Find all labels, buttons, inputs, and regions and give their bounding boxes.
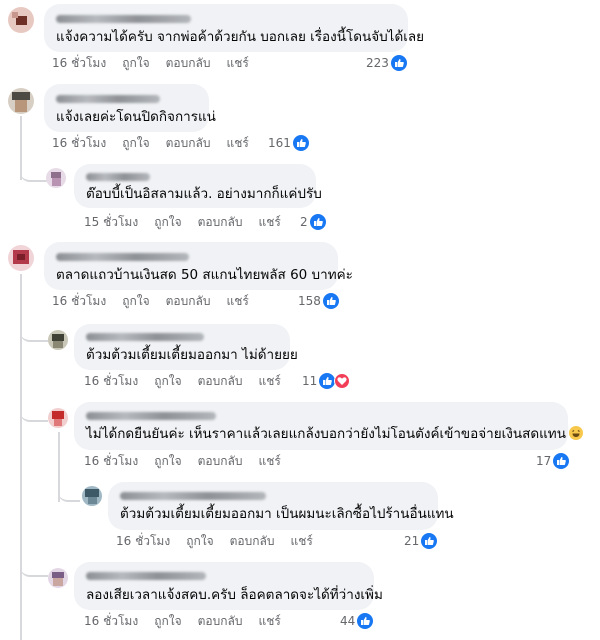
reaction-number: 44: [340, 614, 356, 628]
reaction-number: 2: [300, 215, 308, 229]
comment-actions: 16 ชั่วโมง ถูกใจ ตอบกลับ แชร์: [52, 135, 265, 151]
comment-text: ลองเสียเวลาแจ้งสคบ.ครับ ล็อคตลาดจะได้ที่…: [86, 587, 383, 603]
reply-button[interactable]: ตอบกลับ: [166, 293, 211, 309]
thread-elbow: [58, 470, 80, 502]
like-thumb-icon: [357, 613, 374, 629]
share-button[interactable]: แชร์: [226, 135, 248, 151]
laughing-emoji-icon: [568, 426, 583, 440]
comment-time[interactable]: 16 ชั่วโมง: [52, 293, 106, 309]
avatar[interactable]: [82, 486, 102, 506]
comment-time[interactable]: 16 ชั่วโมง: [84, 613, 138, 629]
reply-button[interactable]: ตอบกลับ: [166, 135, 211, 151]
reaction-count[interactable]: 11: [302, 373, 351, 389]
reaction-count[interactable]: 158: [298, 293, 339, 309]
reply-button[interactable]: ตอบกลับ: [198, 453, 243, 469]
reply-button[interactable]: ตอบกลับ: [198, 214, 243, 230]
share-button[interactable]: แชร์: [226, 293, 248, 309]
share-button[interactable]: แชร์: [258, 373, 280, 389]
comment-actions: 15 ชั่วโมง ถูกใจ ตอบกลับ แชร์: [84, 214, 297, 230]
reply-button[interactable]: ตอบกลับ: [166, 55, 211, 71]
like-button[interactable]: ถูกใจ: [122, 55, 149, 71]
reaction-count[interactable]: 17: [536, 453, 570, 469]
like-thumb-icon: [553, 453, 570, 469]
reaction-number: 17: [536, 454, 552, 468]
reaction-number: 21: [404, 534, 420, 548]
author-name[interactable]: [86, 333, 204, 341]
share-button[interactable]: แชร์: [226, 55, 248, 71]
avatar[interactable]: [48, 330, 68, 350]
like-thumb-icon: [319, 373, 336, 389]
share-button[interactable]: แชร์: [290, 533, 312, 549]
reply-button[interactable]: ตอบกลับ: [198, 373, 243, 389]
comment-actions: 16 ชั่วโมง ถูกใจ ตอบกลับ แชร์: [84, 613, 297, 629]
like-thumb-icon: [390, 55, 407, 71]
author-name[interactable]: [56, 95, 160, 103]
avatar[interactable]: [48, 408, 68, 428]
like-button[interactable]: ถูกใจ: [186, 533, 213, 549]
reaction-number: 158: [298, 294, 321, 308]
thread-elbow: [20, 545, 48, 577]
comment-time[interactable]: 16 ชั่วโมง: [116, 533, 170, 549]
reaction-count[interactable]: 2: [300, 214, 326, 230]
comment-actions: 16 ชั่วโมง ถูกใจ ตอบกลับ แชร์: [52, 55, 265, 71]
like-thumb-icon: [309, 214, 326, 230]
share-button[interactable]: แชร์: [258, 453, 280, 469]
like-button[interactable]: ถูกใจ: [154, 453, 181, 469]
like-button[interactable]: ถูกใจ: [122, 135, 149, 151]
comment-time[interactable]: 15 ชั่วโมง: [84, 214, 138, 230]
author-name[interactable]: [120, 492, 266, 500]
like-thumb-icon: [421, 533, 438, 549]
author-name[interactable]: [86, 412, 216, 420]
share-button[interactable]: แชร์: [258, 613, 280, 629]
comment-actions: 16 ชั่วโมง ถูกใจ ตอบกลับ แชร์: [84, 453, 297, 469]
comment-actions: 16 ชั่วโมง ถูกใจ ตอบกลับ แชร์: [84, 373, 297, 389]
comment-actions: 16 ชั่วโมง ถูกใจ ตอบกลับ แชร์: [116, 533, 329, 549]
comment-body: ไม่ได้กดยืนยันค่ะ เห็นราคาแล้วเลยแกล้งบอ…: [86, 426, 566, 442]
author-name[interactable]: [86, 572, 206, 580]
comment-time[interactable]: 16 ชั่วโมง: [84, 373, 138, 389]
comment-text: ต้วมต้วมเตี้ยมเตี้ยมออกมา เป็นผมนะเลิกซื…: [120, 506, 454, 522]
like-button[interactable]: ถูกใจ: [154, 373, 181, 389]
reaction-number: 223: [366, 56, 389, 70]
comment-text: ตลาดแถวบ้านเงินสด 50 สแกนไทยพลัส 60 บาทค…: [56, 267, 353, 283]
comment-time[interactable]: 16 ชั่วโมง: [52, 135, 106, 151]
like-button[interactable]: ถูกใจ: [154, 613, 181, 629]
reaction-count[interactable]: 44: [340, 613, 374, 629]
reaction-number: 161: [268, 136, 291, 150]
avatar[interactable]: [48, 568, 68, 588]
reply-button[interactable]: ตอบกลับ: [198, 613, 243, 629]
like-thumb-icon: [292, 135, 309, 151]
comment-text: แจ้งความได้ครับ จากพ่อค้าด้วยกัน บอกเลย …: [56, 29, 425, 45]
avatar[interactable]: [8, 88, 34, 114]
comment-time[interactable]: 16 ชั่วโมง: [52, 55, 106, 71]
like-button[interactable]: ถูกใจ: [154, 214, 181, 230]
like-thumb-icon: [322, 293, 339, 309]
comment-text: แจ้งเลยค่ะโดนปิดกิจการแน่: [56, 109, 216, 125]
comment-actions: 16 ชั่วโมง ถูกใจ ตอบกลับ แชร์: [52, 293, 265, 309]
author-name[interactable]: [86, 173, 150, 181]
author-name[interactable]: [56, 253, 189, 261]
share-button[interactable]: แชร์: [258, 214, 280, 230]
reaction-count[interactable]: 161: [268, 135, 309, 151]
like-button[interactable]: ถูกใจ: [122, 293, 149, 309]
comment-text: ไม่ได้กดยืนยันค่ะ เห็นราคาแล้วเลยแกล้งบอ…: [86, 425, 583, 443]
comment-time[interactable]: 16 ชั่วโมง: [84, 453, 138, 469]
thread-elbow: [20, 150, 48, 182]
reply-button[interactable]: ตอบกลับ: [230, 533, 275, 549]
avatar[interactable]: [8, 7, 34, 33]
reaction-count[interactable]: 21: [404, 533, 438, 549]
love-heart-icon: [334, 373, 351, 389]
avatar[interactable]: [46, 168, 66, 188]
author-name[interactable]: [56, 15, 191, 23]
comment-text: ต้วมต้วมเตี้ยมเตี้ยมออกมา ไม่ด้ายยย: [86, 347, 298, 363]
thread-elbow: [20, 390, 48, 422]
avatar[interactable]: [8, 245, 34, 271]
comment-text: ต๊อบบี้เป็นอิสลามแล้ว. อย่างมากก็แค่ปรับ: [86, 186, 322, 202]
reaction-count[interactable]: 223: [366, 55, 407, 71]
reaction-number: 11: [302, 374, 318, 388]
thread-elbow: [20, 310, 48, 342]
